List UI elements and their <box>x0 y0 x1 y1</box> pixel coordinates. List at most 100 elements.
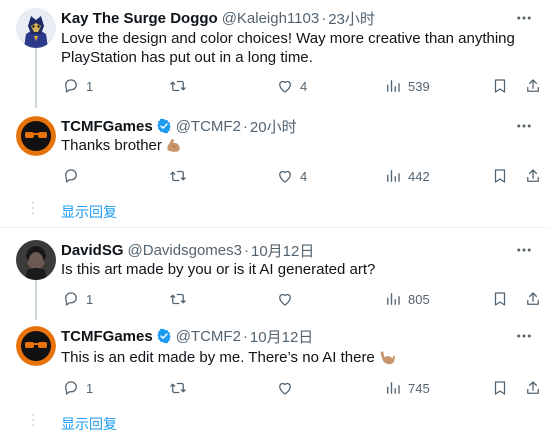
views-icon <box>387 293 400 305</box>
share-button[interactable] <box>524 377 542 399</box>
like-button[interactable] <box>276 377 300 399</box>
reply-button[interactable]: 1 <box>62 377 93 399</box>
tweet-header: Kay The Surge Doggo @Kaleigh1103 · 23小时 <box>61 8 375 28</box>
author-handle[interactable]: @TCMF2 <box>176 118 241 135</box>
bookmark-button[interactable] <box>491 75 509 97</box>
reply-icon <box>65 292 77 306</box>
tweet-text-line: PlayStation has put out in a long time. <box>61 49 313 66</box>
share-button[interactable] <box>524 75 542 97</box>
reply-count: 1 <box>86 291 94 307</box>
retweet-icon <box>170 382 186 394</box>
views-count: 745 <box>408 380 430 396</box>
avatar[interactable] <box>16 116 56 156</box>
like-count: 4 <box>300 168 308 184</box>
show-replies-link[interactable]: 显示回复 <box>61 202 117 222</box>
tweet-header: DavidSG @Davidsgomes3 · 10月12日 <box>61 240 314 260</box>
retweet-button[interactable] <box>169 165 187 187</box>
views-button[interactable]: 539 <box>384 75 430 97</box>
action-bar: 1 4 539 <box>54 75 539 97</box>
bookmark-icon <box>494 381 506 395</box>
bookmark-icon <box>494 292 506 306</box>
reply-button[interactable] <box>62 165 86 187</box>
timestamp[interactable]: 10月12日 <box>251 240 314 261</box>
author-name[interactable]: DavidSG <box>61 242 124 259</box>
author-name[interactable]: TCMFGames <box>61 328 153 345</box>
avatar[interactable] <box>16 326 56 366</box>
like-icon <box>279 382 291 395</box>
more-icon[interactable] <box>514 326 534 346</box>
like-button[interactable]: 4 <box>276 165 307 187</box>
separator-dot: · <box>242 327 248 345</box>
more-replies-dots <box>32 414 34 426</box>
bookmark-button[interactable] <box>491 288 509 310</box>
reply-icon <box>65 381 77 395</box>
like-icon <box>279 80 291 93</box>
reply-icon <box>65 79 77 93</box>
tweet-1[interactable]: Kay The Surge Doggo @Kaleigh1103 · 23小时 … <box>0 0 550 112</box>
avatar[interactable] <box>16 240 56 280</box>
timestamp[interactable]: 23小时 <box>328 8 375 29</box>
verified-badge-icon[interactable] <box>156 118 172 134</box>
author-handle[interactable]: @Kaleigh1103 <box>222 10 320 27</box>
tweet-text: Thanks brother <box>61 137 162 154</box>
reply-count: 1 <box>86 380 94 396</box>
flexed-biceps-emoji <box>167 139 180 152</box>
timestamp[interactable]: 20小时 <box>250 116 297 137</box>
action-bar: 4 442 <box>54 165 539 187</box>
retweet-icon <box>170 80 186 92</box>
views-button[interactable]: 442 <box>384 165 430 187</box>
views-button[interactable]: 805 <box>384 288 430 310</box>
reply-count: 1 <box>86 78 94 94</box>
like-button[interactable]: 4 <box>276 75 307 97</box>
views-icon <box>387 382 400 394</box>
like-count: 4 <box>300 78 308 94</box>
views-count: 442 <box>408 168 430 184</box>
separator-dot: · <box>321 9 327 27</box>
share-button[interactable] <box>524 165 542 187</box>
author-handle[interactable]: @TCMF2 <box>176 328 241 345</box>
bookmark-button[interactable] <box>491 377 509 399</box>
tweet-header: TCMFGames @TCMF2 · 10月12日 <box>61 326 313 346</box>
thread-line <box>35 280 37 320</box>
reply-icon <box>65 169 77 183</box>
tweet-3[interactable]: DavidSG @Davidsgomes3 · 10月12日 Is this a… <box>0 228 550 320</box>
share-icon <box>527 381 539 394</box>
thread-line <box>35 48 37 108</box>
more-icon[interactable] <box>514 116 534 136</box>
share-icon <box>527 292 539 305</box>
tweet-header: TCMFGames @TCMF2 · 20小时 <box>61 116 297 136</box>
retweet-button[interactable] <box>169 288 187 310</box>
verified-badge-icon[interactable] <box>156 328 172 344</box>
share-icon <box>527 79 539 92</box>
retweet-icon <box>170 170 186 182</box>
tweet-text: This is an edit made by me. There’s no A… <box>61 349 375 366</box>
more-icon[interactable] <box>514 8 534 28</box>
author-name[interactable]: TCMFGames <box>61 118 153 135</box>
bookmark-icon <box>494 79 506 93</box>
more-replies-dots <box>32 202 34 214</box>
views-count: 539 <box>408 78 430 94</box>
reply-button[interactable]: 1 <box>62 75 93 97</box>
views-icon <box>387 80 400 92</box>
retweet-button[interactable] <box>169 75 187 97</box>
show-replies-link[interactable]: 显示回复 <box>61 414 117 434</box>
bookmark-button[interactable] <box>491 165 509 187</box>
author-handle[interactable]: @Davidsgomes3 <box>128 242 242 259</box>
tweet-text-line: Is this art made by you or is it AI gene… <box>61 261 376 278</box>
avatar[interactable] <box>16 8 56 48</box>
call-me-hand-emoji <box>380 351 395 365</box>
like-icon <box>279 170 291 183</box>
like-button[interactable] <box>276 288 300 310</box>
tweet-2[interactable]: TCMFGames @TCMF2 · 20小时 Thanks brother 4… <box>0 112 550 202</box>
timestamp[interactable]: 10月12日 <box>250 326 313 347</box>
share-button[interactable] <box>524 288 542 310</box>
tweet-4[interactable]: TCMFGames @TCMF2 · 10月12日 This is an edi… <box>0 322 550 410</box>
retweet-button[interactable] <box>169 377 187 399</box>
separator-dot: · <box>243 241 249 259</box>
separator-dot: · <box>242 117 248 135</box>
reply-button[interactable]: 1 <box>62 288 93 310</box>
views-icon <box>387 170 400 182</box>
views-button[interactable]: 745 <box>384 377 430 399</box>
more-icon[interactable] <box>514 240 534 260</box>
author-name[interactable]: Kay The Surge Doggo <box>61 10 218 27</box>
